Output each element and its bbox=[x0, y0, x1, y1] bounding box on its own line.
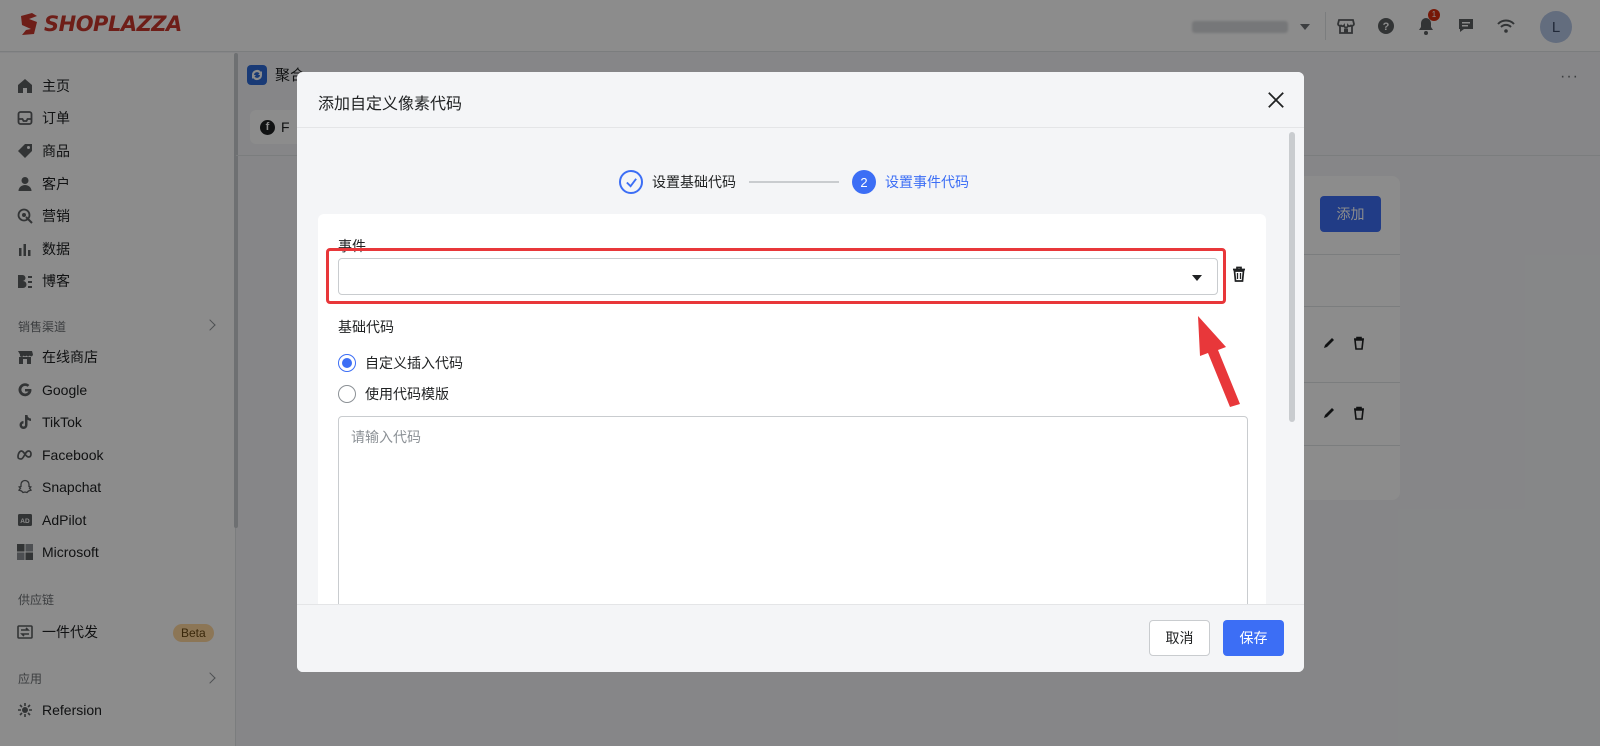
cancel-button[interactable]: 取消 bbox=[1149, 620, 1210, 656]
modal-header: 添加自定义像素代码 bbox=[297, 72, 1304, 128]
radio-code-template[interactable]: 使用代码模版 bbox=[338, 384, 449, 404]
event-select[interactable] bbox=[338, 258, 1218, 295]
step-1-label: 设置基础代码 bbox=[652, 174, 736, 190]
check-icon bbox=[619, 170, 643, 194]
modal-scrollbar[interactable] bbox=[1289, 132, 1295, 422]
event-form-card: 事件 基础代码 自定义插入代码 使用代码模版 bbox=[318, 214, 1266, 604]
step-2-label: 设置事件代码 bbox=[885, 174, 969, 190]
base-code-label: 基础代码 bbox=[338, 319, 394, 335]
save-button[interactable]: 保存 bbox=[1223, 620, 1284, 656]
add-custom-pixel-modal: 添加自定义像素代码 设置基础代码 2 设置事件代码 事件 基础代码 自定义插入代… bbox=[297, 72, 1304, 672]
close-icon[interactable] bbox=[1265, 89, 1287, 111]
radio-label: 使用代码模版 bbox=[365, 386, 449, 402]
modal-title: 添加自定义像素代码 bbox=[318, 96, 463, 113]
caret-down-icon bbox=[1192, 275, 1202, 281]
code-input[interactable] bbox=[338, 416, 1248, 604]
radio-button[interactable] bbox=[338, 354, 356, 372]
step-indicator: 设置基础代码 2 设置事件代码 bbox=[619, 169, 969, 195]
radio-label: 自定义插入代码 bbox=[365, 355, 463, 371]
modal-footer: 取消 保存 bbox=[297, 604, 1304, 672]
trash-icon[interactable] bbox=[1231, 266, 1251, 286]
modal-body: 设置基础代码 2 设置事件代码 事件 基础代码 自定义插入代码 使用代码模版 bbox=[297, 129, 1304, 604]
step-connector bbox=[749, 181, 839, 183]
radio-custom-code[interactable]: 自定义插入代码 bbox=[338, 353, 463, 373]
annotation-arrow-icon bbox=[1198, 316, 1240, 407]
radio-button[interactable] bbox=[338, 385, 356, 403]
step-2-number: 2 bbox=[852, 170, 876, 194]
